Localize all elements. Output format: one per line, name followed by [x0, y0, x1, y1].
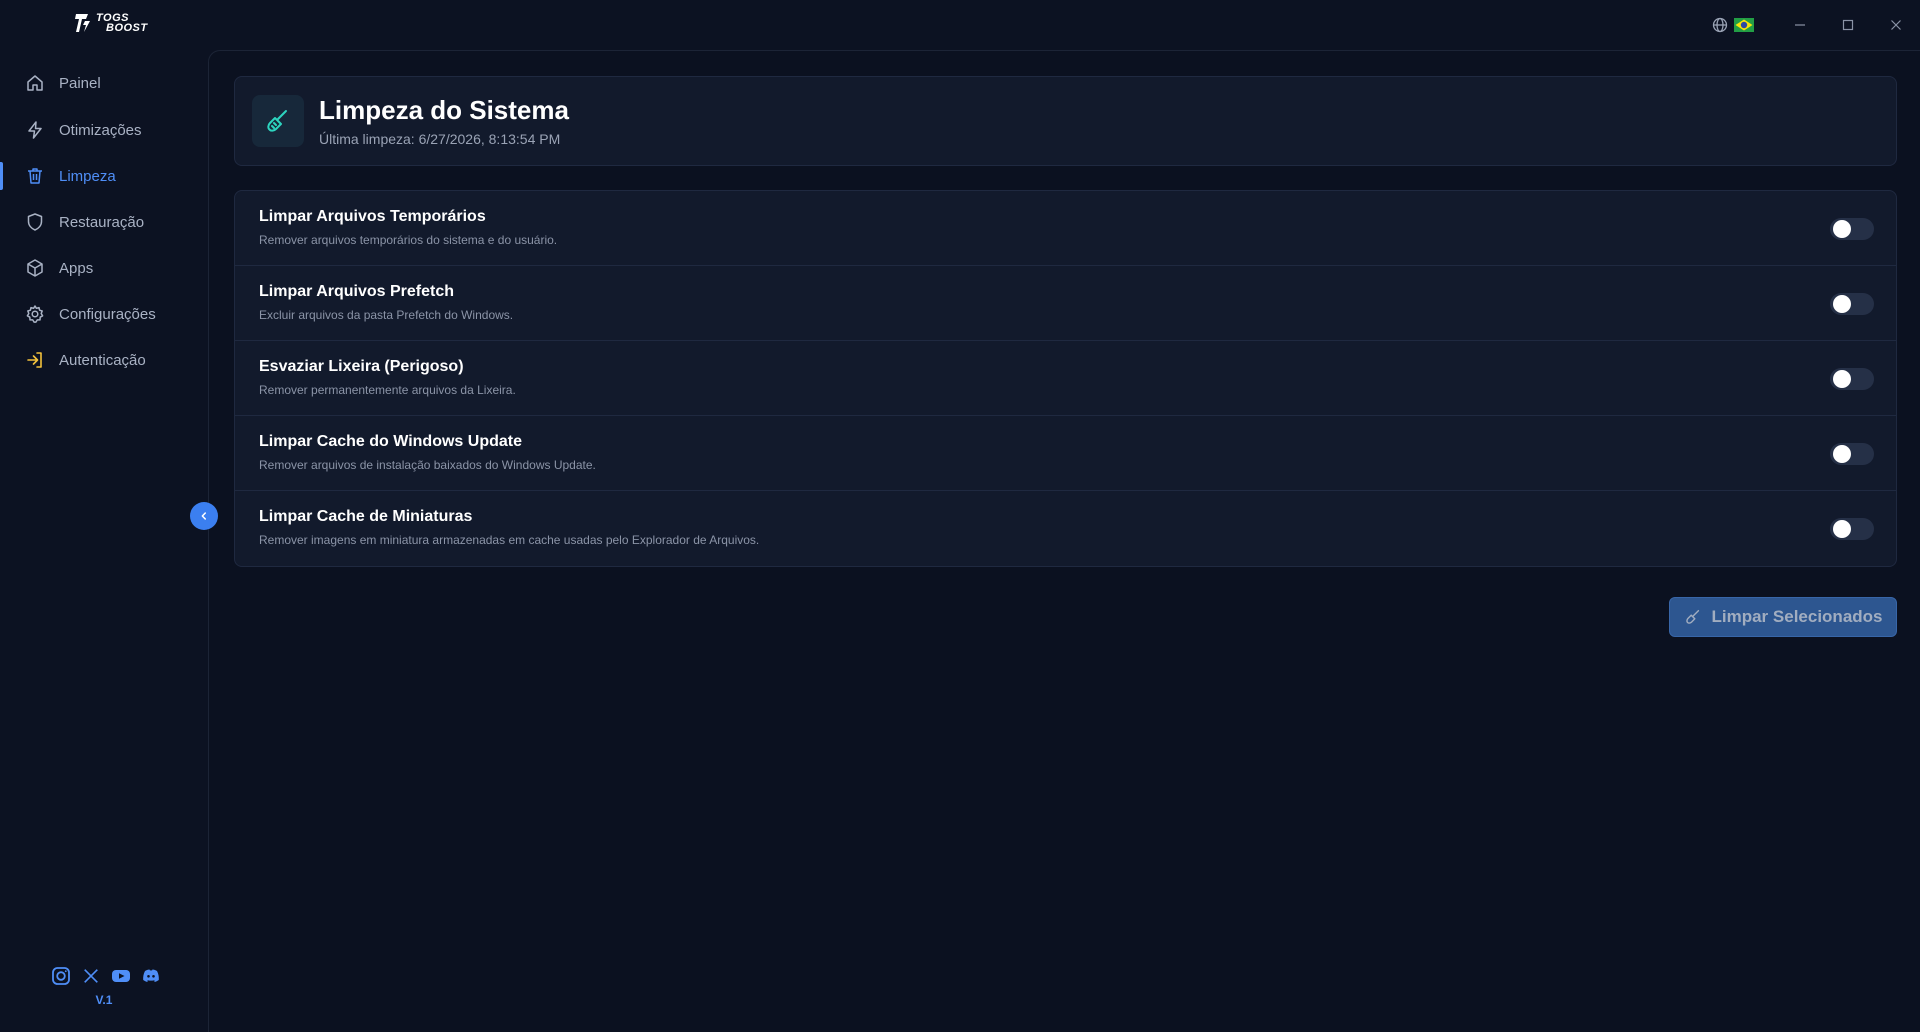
sidebar-item-label: Painel — [59, 74, 101, 92]
toggle-knob — [1833, 295, 1851, 313]
option-title: Limpar Arquivos Temporários — [259, 208, 486, 225]
option-description: Remover arquivos de instalação baixados … — [259, 458, 596, 472]
toggle-knob — [1833, 520, 1851, 538]
cleanup-options: Limpar Arquivos Temporários Remover arqu… — [234, 190, 1897, 567]
option-row-temp-files: Limpar Arquivos Temporários Remover arqu… — [235, 191, 1896, 266]
app-window: TOGS BOOST Painel Otimizações Limpeza Re… — [0, 0, 1920, 1032]
clean-selected-button[interactable]: Limpar Selecionados — [1669, 597, 1897, 637]
option-title: Limpar Cache de Miniaturas — [259, 508, 473, 525]
sidebar-item-label: Otimizações — [59, 121, 142, 139]
sidebar-item-apps[interactable]: Apps — [0, 248, 208, 288]
thumbnail-cache-toggle[interactable] — [1830, 518, 1874, 540]
chevron-left-icon — [201, 512, 206, 520]
broom-icon — [252, 95, 304, 147]
sidebar-item-label: Configurações — [59, 305, 156, 323]
brazil-flag-icon[interactable] — [1734, 18, 1754, 32]
toggle-knob — [1833, 370, 1851, 388]
option-description: Remover imagens em miniatura armazenadas… — [259, 533, 760, 547]
windows-update-cache-toggle[interactable] — [1830, 443, 1874, 465]
minimize-icon — [1795, 24, 1805, 26]
maximize-icon — [1842, 19, 1854, 31]
temp-files-toggle[interactable] — [1830, 218, 1874, 240]
sidebar: Painel Otimizações Limpeza Restauração A… — [0, 50, 208, 1032]
recycle-bin-toggle[interactable] — [1830, 368, 1874, 390]
close-button[interactable] — [1872, 0, 1920, 50]
sidebar-item-autenticacao[interactable]: Autenticação — [0, 340, 208, 380]
logo-bolt-icon — [75, 14, 90, 32]
option-title: Limpar Arquivos Prefetch — [259, 283, 455, 300]
sidebar-item-label: Apps — [59, 259, 94, 277]
page-title: Limpeza do Sistema — [319, 95, 569, 125]
sidebar-item-restauracao[interactable]: Restauração — [0, 202, 208, 242]
option-row-recycle-bin: Esvaziar Lixeira (Perigoso) Remover perm… — [235, 341, 1896, 416]
collapse-sidebar-button[interactable] — [190, 502, 218, 530]
main-content: Limpeza do Sistema Última limpeza: 6/27/… — [208, 50, 1920, 1032]
option-description: Excluir arquivos da pasta Prefetch do Wi… — [259, 308, 514, 322]
lightning-icon — [28, 121, 42, 139]
title-bar: TOGS BOOST — [0, 0, 1920, 50]
broom-icon — [1685, 609, 1699, 624]
package-icon — [27, 259, 43, 277]
clean-selected-label: Limpar Selecionados — [1711, 607, 1883, 626]
sidebar-item-label: Autenticação — [59, 351, 146, 369]
option-row-prefetch: Limpar Arquivos Prefetch Excluir arquivo… — [235, 266, 1896, 341]
prefetch-toggle[interactable] — [1830, 293, 1874, 315]
option-title: Limpar Cache do Windows Update — [259, 433, 522, 450]
app-version: V.1 — [95, 993, 113, 1007]
login-icon — [27, 352, 42, 368]
option-row-thumbnail-cache: Limpar Cache de Miniaturas Remover image… — [235, 491, 1896, 566]
sidebar-item-configuracoes[interactable]: Configurações — [0, 294, 208, 334]
instagram-icon[interactable] — [50, 965, 72, 987]
sidebar-item-label: Restauração — [59, 213, 145, 231]
option-description: Remover arquivos temporários do sistema … — [259, 233, 558, 247]
youtube-icon[interactable] — [110, 965, 132, 987]
sidebar-item-label: Limpeza — [59, 167, 116, 185]
social-links — [50, 965, 162, 987]
window-controls — [1712, 0, 1920, 50]
option-row-windows-update-cache: Limpar Cache do Windows Update Remover a… — [235, 416, 1896, 491]
option-description: Remover permanentemente arquivos da Lixe… — [259, 383, 516, 397]
x-icon[interactable] — [80, 965, 102, 987]
home-icon — [27, 75, 43, 91]
sidebar-item-limpeza[interactable]: Limpeza — [0, 156, 208, 196]
discord-icon[interactable] — [140, 965, 162, 987]
minimize-button[interactable] — [1776, 0, 1824, 50]
app-logo: TOGS BOOST — [74, 13, 148, 34]
logo-line-2: BOOST — [106, 22, 148, 34]
sidebar-item-painel[interactable]: Painel — [0, 63, 208, 103]
globe-icon[interactable] — [1712, 17, 1728, 33]
toggle-knob — [1833, 220, 1851, 238]
trash-icon — [28, 168, 42, 184]
page-header: Limpeza do Sistema Última limpeza: 6/27/… — [234, 76, 1897, 166]
toggle-knob — [1833, 445, 1851, 463]
last-clean-timestamp: Última limpeza: 6/27/2026, 8:13:54 PM — [319, 131, 561, 147]
sidebar-item-otimizacoes[interactable]: Otimizações — [0, 110, 208, 150]
shield-icon — [27, 213, 43, 231]
maximize-button[interactable] — [1824, 0, 1872, 50]
close-icon — [1891, 20, 1901, 30]
gear-icon — [26, 305, 44, 323]
option-title: Esvaziar Lixeira (Perigoso) — [259, 358, 464, 375]
